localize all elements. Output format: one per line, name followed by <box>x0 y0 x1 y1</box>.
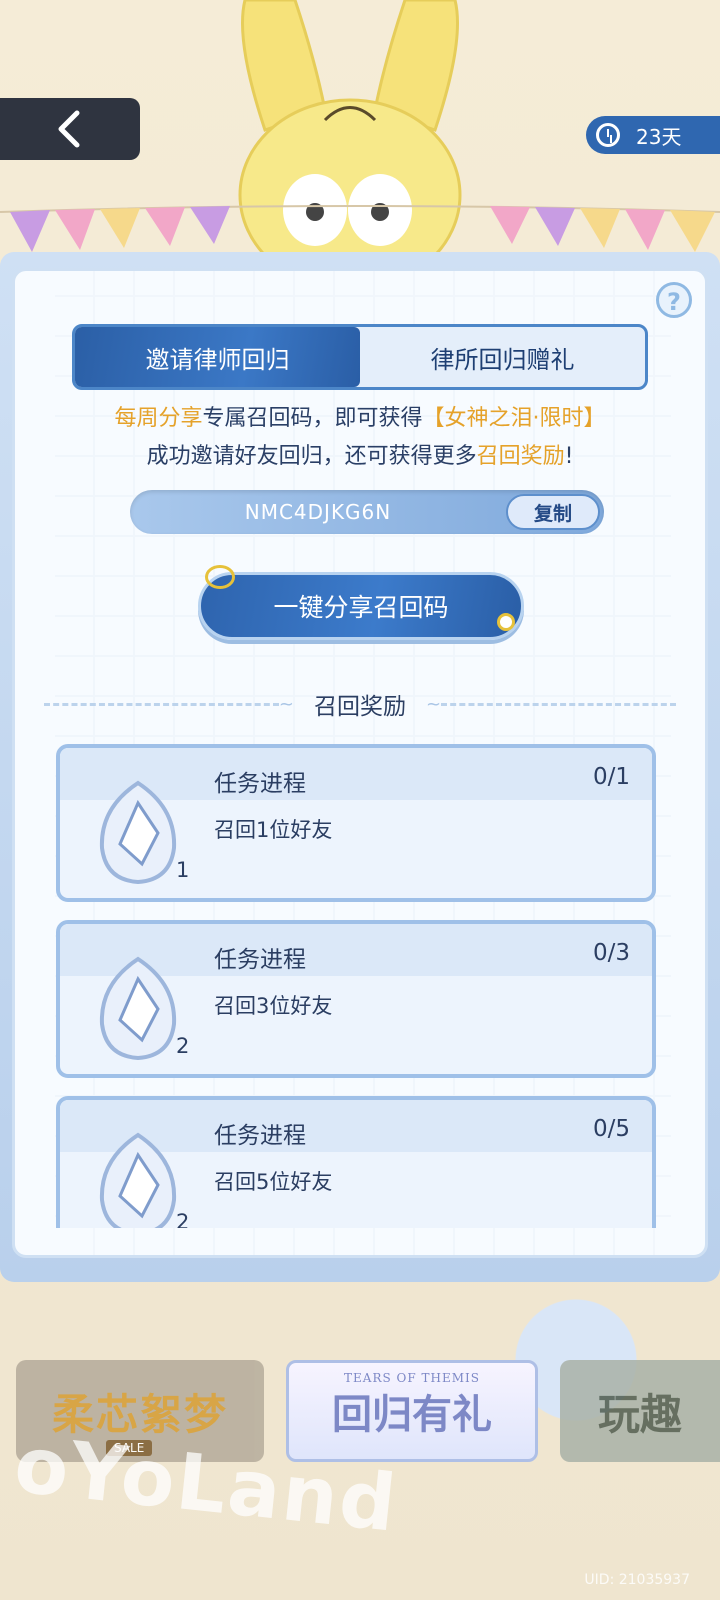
task-card: 2 任务进程 0/3 召回3位好友 <box>56 920 656 1078</box>
task-progress: 0/3 <box>592 940 630 966</box>
goddess-tear-gem-icon <box>99 1132 177 1228</box>
dot-icon <box>497 613 515 631</box>
task-progress: 0/1 <box>592 764 630 790</box>
reward-count: 1 <box>176 858 190 882</box>
swirl-icon: ~ <box>278 693 294 715</box>
task-card: 1 任务进程 0/1 召回1位好友 <box>56 744 656 902</box>
goddess-tear-gem-icon <box>99 780 177 885</box>
task-title: 任务进程 <box>214 947 306 973</box>
task-description: 召回5位好友 <box>214 1170 333 1194</box>
help-button[interactable]: ? <box>656 282 692 318</box>
task-title: 任务进程 <box>214 1123 306 1149</box>
goddess-tear-gem-icon <box>99 956 177 1061</box>
reward-section-header: ~ 召回奖励 ~ <box>44 684 676 724</box>
section-title: 召回奖励 <box>314 694 406 720</box>
description-line-1: 每周分享专属召回码，即可获得【女神之泪·限时】 <box>114 406 606 431</box>
task-card: 2 任务进程 0/5 召回5位好友 <box>56 1096 656 1228</box>
timer-text: 23天 <box>636 124 682 149</box>
description-line-2: 成功邀请好友回归，还可获得更多召回奖励! <box>146 444 574 469</box>
recall-code-value: NMC4DJKG6N <box>244 500 392 524</box>
task-progress: 0/5 <box>592 1116 630 1142</box>
banner-fun-play[interactable]: 玩趣 <box>560 1360 720 1462</box>
reward-count: 2 <box>176 1210 190 1228</box>
event-timer: 23天 <box>586 116 720 154</box>
copy-button[interactable]: 复制 <box>506 494 600 530</box>
tab-invite-lawyer-return[interactable]: 邀请律师回归 <box>75 327 360 387</box>
chevron-left-icon <box>58 110 80 148</box>
ribbon-icon <box>205 565 235 589</box>
task-description: 召回1位好友 <box>214 818 333 842</box>
task-list[interactable]: 1 任务进程 0/1 召回1位好友 2 任务进程 0/3 召回3位好友 2 任务… <box>56 744 668 1228</box>
reward-count: 2 <box>176 1034 190 1058</box>
banner-return-gift[interactable]: TEARS OF THEMIS 回归有礼 <box>286 1360 538 1462</box>
clock-icon <box>596 123 620 147</box>
task-title: 任务进程 <box>214 771 306 797</box>
recall-code-field: NMC4DJKG6N 复制 <box>130 490 604 534</box>
uid-label: UID: 21035937 <box>584 1572 690 1588</box>
back-button[interactable] <box>0 98 140 160</box>
task-description: 召回3位好友 <box>214 994 333 1018</box>
share-code-button[interactable]: 一键分享召回码 <box>198 565 524 640</box>
tab-firm-return-gift[interactable]: 律所回归赠礼 <box>360 327 645 387</box>
tab-bar: 邀请律师回归 律所回归赠礼 <box>72 324 648 390</box>
swirl-icon: ~ <box>426 693 442 715</box>
share-button-label: 一键分享召回码 <box>273 593 449 622</box>
